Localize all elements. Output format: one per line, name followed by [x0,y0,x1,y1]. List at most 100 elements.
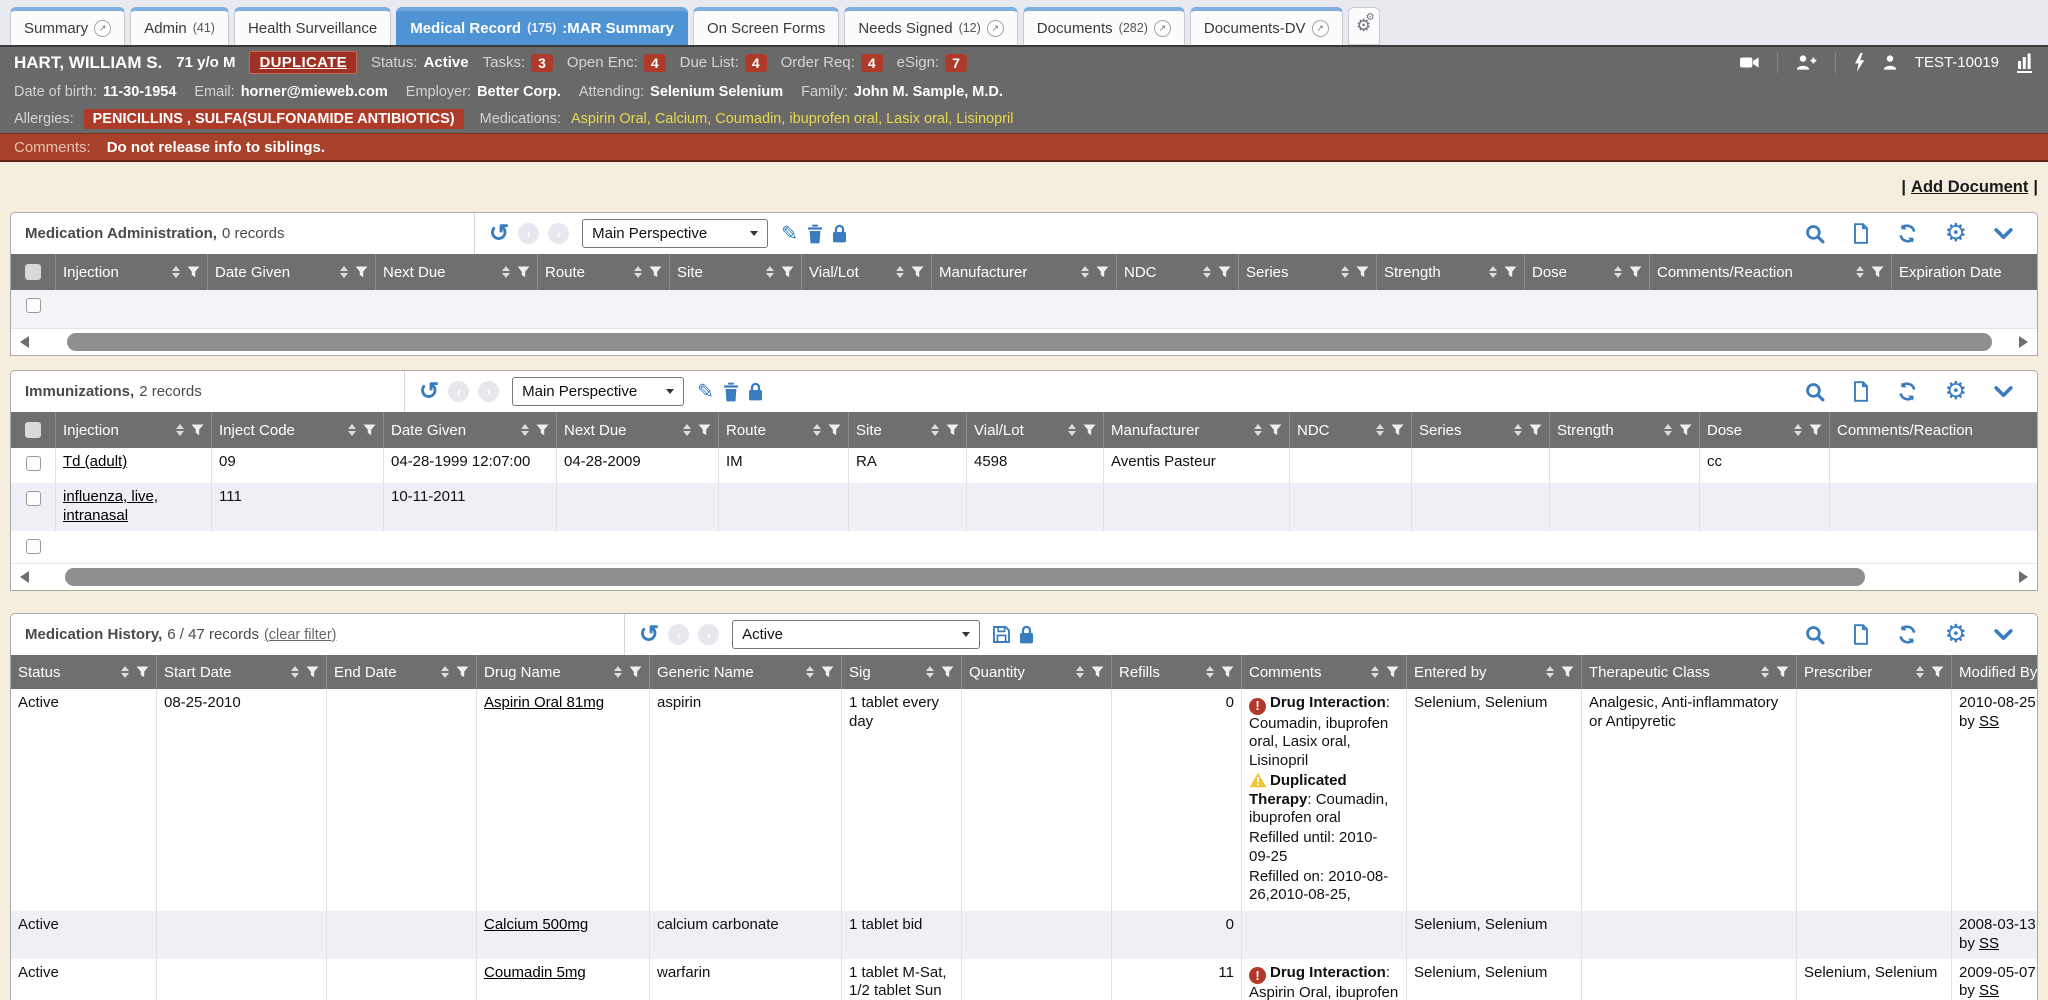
scroll-right-arrow[interactable] [2019,571,2028,583]
undo-icon[interactable]: ↺ [489,222,509,246]
col-injection[interactable]: Injection [55,412,211,448]
col-drug-name[interactable]: Drug Name [476,655,649,689]
filter-icon[interactable] [1391,424,1404,436]
status-filter-select[interactable]: Active [732,620,980,649]
tab-needs-signed[interactable]: Needs Signed(12)↗ [844,7,1017,45]
col-strength[interactable]: Strength [1549,412,1699,448]
col-entered-by[interactable]: Entered by [1406,655,1581,689]
delete-trash-icon[interactable] [723,382,739,402]
scroll-left-arrow[interactable] [20,571,29,583]
col-site[interactable]: Site [669,254,801,290]
col-comments[interactable]: Comments [1241,655,1406,689]
filter-icon[interactable] [1504,266,1517,278]
refresh-icon[interactable] [1897,381,1918,402]
col-next-due[interactable]: Next Due [375,254,537,290]
esign-count-badge[interactable]: 7 [945,54,967,72]
tasks-count-badge[interactable]: 3 [531,54,553,72]
col-route[interactable]: Route [537,254,669,290]
sort-icon[interactable] [340,266,348,279]
col-therapeutic-class[interactable]: Therapeutic Class [1581,655,1796,689]
filter-icon[interactable] [363,424,376,436]
lock-icon[interactable] [748,382,763,401]
col-date-given[interactable]: Date Given [207,254,375,290]
modified-by-user-link[interactable]: SS [1979,935,1999,952]
immunization-link[interactable]: influenza, live, intranasal [63,488,158,524]
col-series[interactable]: Series [1411,412,1549,448]
sort-icon[interactable] [683,424,691,437]
sort-icon[interactable] [1614,266,1622,279]
edit-pencil-icon[interactable]: ✎ [697,379,714,404]
add-document-link[interactable]: Add Document [1911,178,2028,197]
scroll-left-arrow[interactable] [20,336,29,348]
tab-on-screen-forms[interactable]: On Screen Forms [693,7,839,45]
col-expiration-date[interactable]: Expiration Date [1891,254,2038,290]
sort-icon[interactable] [1376,424,1384,437]
save-icon[interactable] [993,626,1010,643]
col-prescriber[interactable]: Prescriber [1796,655,1951,689]
video-camera-icon[interactable] [1740,54,1759,71]
sort-icon[interactable] [441,666,449,679]
gear-icon[interactable]: ⚙ [1945,622,1967,647]
sort-icon[interactable] [1076,666,1084,679]
sort-icon[interactable] [1081,266,1089,279]
col-refills[interactable]: Refills [1111,655,1241,689]
sort-icon[interactable] [1068,424,1076,437]
sort-icon[interactable] [176,424,184,437]
modified-by-user-link[interactable]: SS [1979,713,1999,730]
tab-documents[interactable]: Documents(282)↗ [1023,7,1185,45]
filter-icon[interactable] [456,666,469,678]
drug-link[interactable]: Coumadin 5mg [484,964,586,981]
tab-documents-dv[interactable]: Documents-DV↗ [1190,7,1343,45]
sort-icon[interactable] [1206,666,1214,679]
filter-icon[interactable] [941,666,954,678]
col-comments-reaction[interactable]: Comments/Reaction [1649,254,1891,290]
filter-icon[interactable] [517,266,530,278]
tab-admin[interactable]: Admin(41) [130,7,229,45]
col-dose[interactable]: Dose [1524,254,1649,290]
filter-icon[interactable] [1386,666,1399,678]
duplicate-flag[interactable]: DUPLICATE [249,51,356,74]
sort-icon[interactable] [766,266,774,279]
due-list-count-badge[interactable]: 4 [745,54,767,72]
lock-icon[interactable] [832,224,847,243]
filter-icon[interactable] [821,666,834,678]
filter-icon[interactable] [1809,424,1822,436]
col-vial-lot[interactable]: Vial/Lot [801,254,931,290]
sort-icon[interactable] [614,666,622,679]
gear-icon[interactable]: ⚙ [1945,221,1967,246]
open-enc-count-badge[interactable]: 4 [644,54,666,72]
filter-icon[interactable] [355,266,368,278]
sort-icon[interactable] [291,666,299,679]
col-ndc[interactable]: NDC [1116,254,1238,290]
select-all-checkbox[interactable] [11,254,55,290]
sort-icon[interactable] [931,424,939,437]
prev-page-icon[interactable]: ‹ [668,624,689,645]
sort-icon[interactable] [896,266,904,279]
collapse-chevron-icon[interactable] [1994,386,2013,398]
sort-icon[interactable] [1856,266,1864,279]
sort-icon[interactable] [813,424,821,437]
col-manufacturer[interactable]: Manufacturer [1103,412,1289,448]
sort-icon[interactable] [634,266,642,279]
drug-link[interactable]: Calcium 500mg [484,916,588,933]
popout-icon[interactable]: ↗ [94,20,111,37]
filter-icon[interactable] [828,424,841,436]
col-route[interactable]: Route [718,412,848,448]
filter-icon[interactable] [136,666,149,678]
collapse-chevron-icon[interactable] [1994,228,2013,240]
sort-icon[interactable] [1514,424,1522,437]
search-icon[interactable] [1805,625,1825,645]
refresh-icon[interactable] [1897,624,1918,645]
col-manufacturer[interactable]: Manufacturer [931,254,1116,290]
filter-icon[interactable] [1269,424,1282,436]
drug-link[interactable]: Aspirin Oral 81mg [484,694,604,711]
filter-icon[interactable] [1083,424,1096,436]
sort-icon[interactable] [1489,266,1497,279]
perspective-select[interactable]: Main Perspective [512,377,684,406]
filter-icon[interactable] [187,266,200,278]
filter-icon[interactable] [1776,666,1789,678]
order-req-count-badge[interactable]: 4 [861,54,883,72]
popout-icon[interactable]: ↗ [987,20,1004,37]
sort-icon[interactable] [1761,666,1769,679]
flowsheet-chart-icon[interactable] [2017,53,2032,73]
